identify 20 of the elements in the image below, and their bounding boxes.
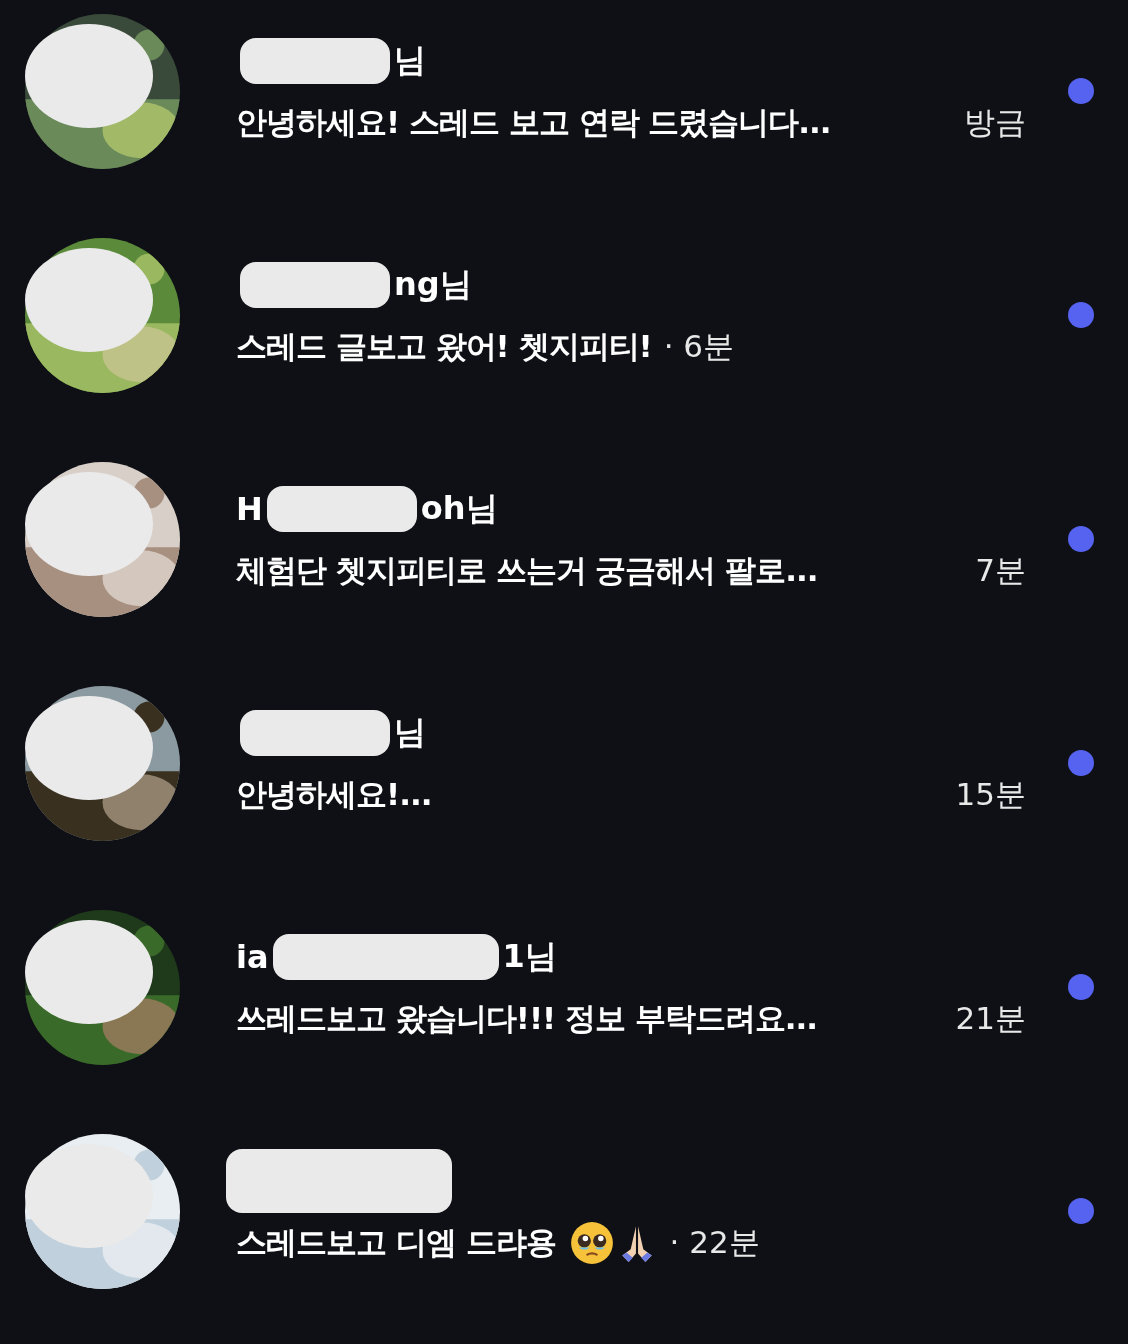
message-preview: 안녕하세요!... (236, 775, 432, 814)
sender-name: ng님 (394, 264, 472, 305)
message-time: 15분 (955, 775, 1026, 814)
sender-name: H (236, 490, 263, 528)
message-preview: 쓰레드보고 왔습니다!!! 정보 부탁드려요... (236, 999, 818, 1038)
message-time: 21분 (955, 999, 1026, 1038)
sender-name: 님 (394, 40, 426, 81)
message-time: · 6분 (663, 327, 735, 366)
sender-name: ia (236, 938, 269, 976)
pleading-face-icon (569, 1221, 614, 1265)
message-preview: 스레드 글보고 왔어! 쳇지피티! (236, 327, 652, 366)
message-preview: 체험단 쳇지피티로 쓰는거 궁금해서 팔로... (236, 551, 818, 590)
sender-name: 1님 (502, 936, 557, 977)
sender-name: 님 (394, 712, 426, 753)
message-preview: 스레드보고 디엠 드랴용 (236, 1223, 556, 1262)
message-preview: 안녕하세요! 스레드 보고 연락 드렸습니다... (236, 103, 831, 142)
sender-name: oh님 (420, 488, 498, 529)
message-time: · 22분 (669, 1223, 760, 1262)
message-time: 방금 (964, 103, 1026, 142)
message-time: 7분 (975, 551, 1026, 590)
